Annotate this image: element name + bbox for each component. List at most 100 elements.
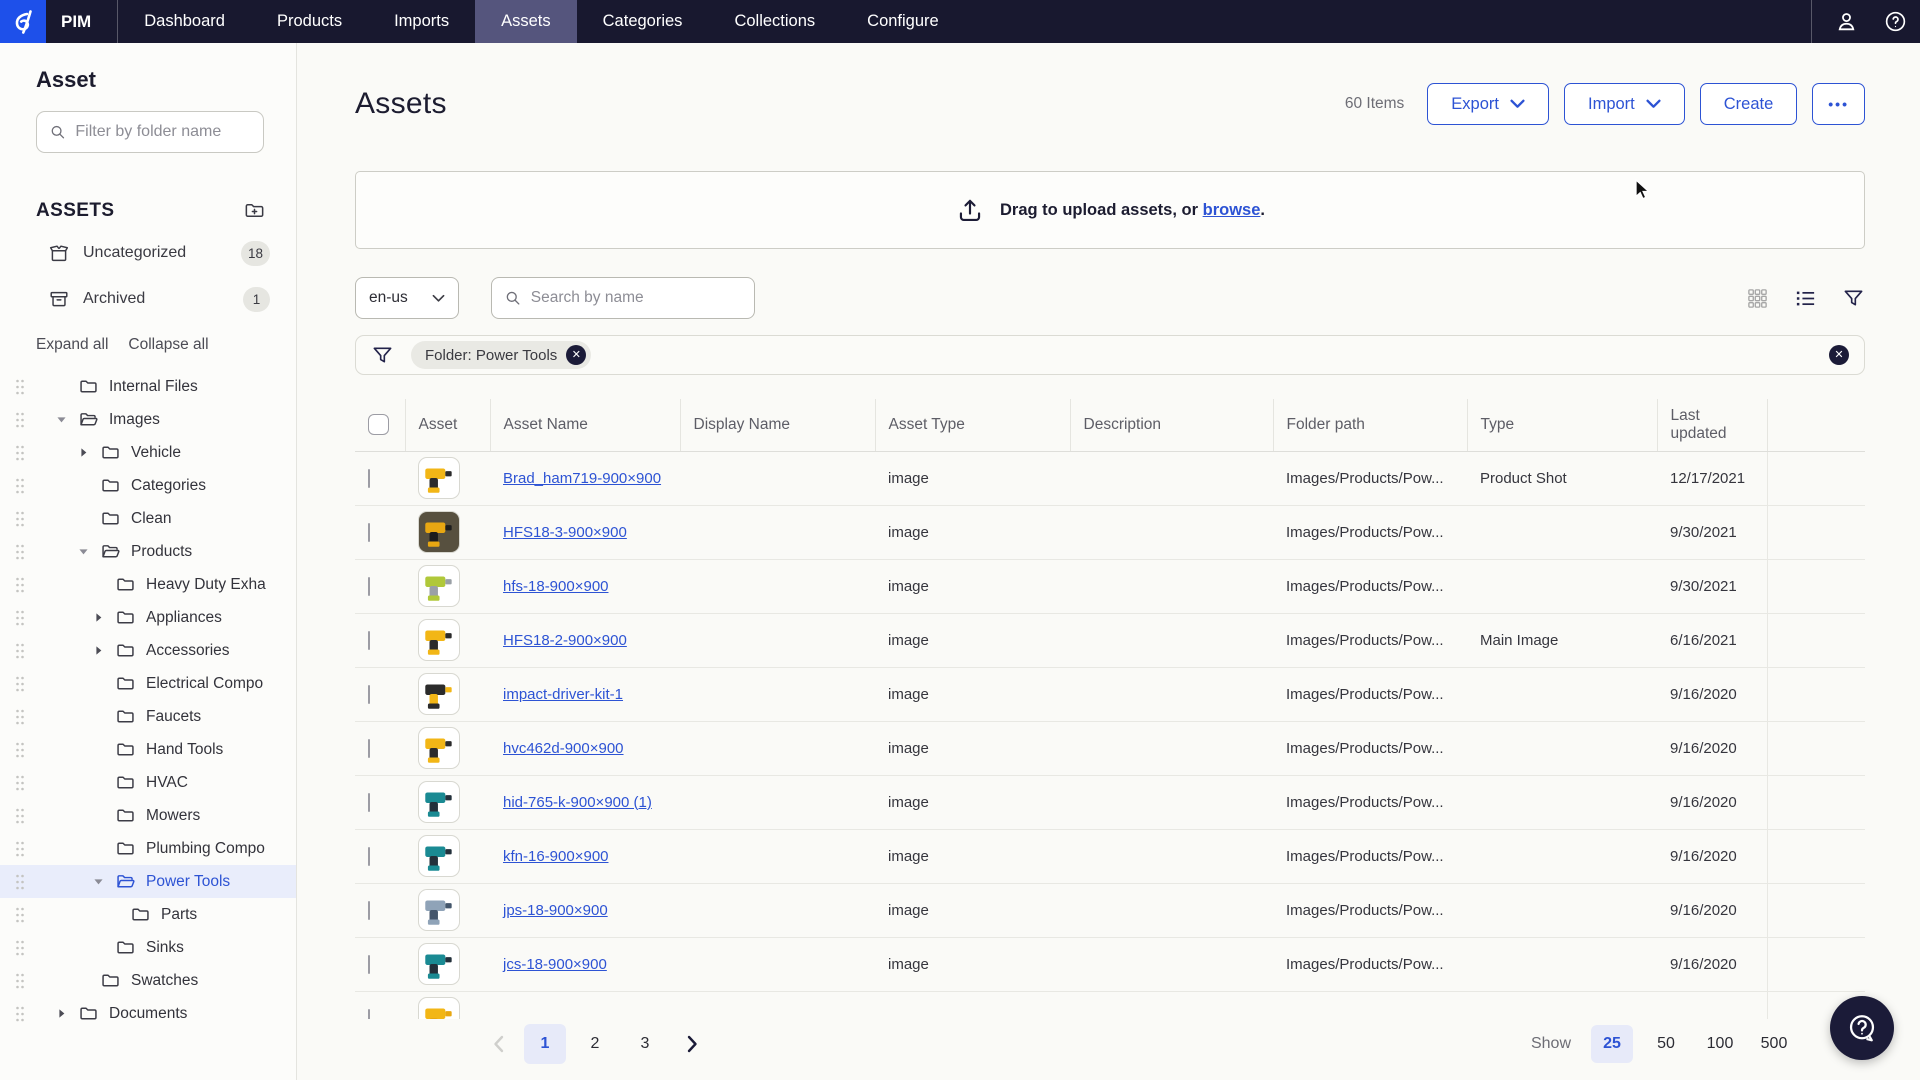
- asset-name-link[interactable]: Brad_ham719-900×900: [503, 470, 661, 487]
- tree-item-power-tools[interactable]: Power Tools: [0, 865, 296, 898]
- drag-handle-icon[interactable]: [14, 807, 26, 830]
- drag-handle-icon[interactable]: [14, 1005, 26, 1028]
- tree-item-electrical-compo[interactable]: Electrical Compo: [0, 667, 296, 700]
- drag-handle-icon[interactable]: [14, 675, 26, 698]
- drag-handle-icon[interactable]: [14, 906, 26, 929]
- filter-chip-power-tools[interactable]: Folder: Power Tools ✕: [411, 341, 591, 369]
- asset-thumbnail[interactable]: [418, 835, 460, 877]
- asset-thumbnail[interactable]: [418, 727, 460, 769]
- tree-item-mowers[interactable]: Mowers: [0, 799, 296, 832]
- asset-thumbnail[interactable]: [418, 619, 460, 661]
- caret-right-icon[interactable]: [56, 1008, 78, 1019]
- drag-handle-icon[interactable]: [14, 741, 26, 764]
- tree-item-hand-tools[interactable]: Hand Tools: [0, 733, 296, 766]
- asset-search-input[interactable]: [531, 289, 742, 307]
- asset-thumbnail[interactable]: [418, 997, 460, 1019]
- app-logo[interactable]: [0, 0, 46, 43]
- tree-item-appliances[interactable]: Appliances: [0, 601, 296, 634]
- filter-icon[interactable]: [1842, 287, 1865, 310]
- drag-handle-icon[interactable]: [14, 543, 26, 566]
- create-button[interactable]: Create: [1700, 83, 1798, 125]
- nav-item-collections[interactable]: Collections: [708, 0, 841, 43]
- tree-item-clean[interactable]: Clean: [0, 502, 296, 535]
- drag-handle-icon[interactable]: [14, 840, 26, 863]
- asset-name-link[interactable]: HFS18-3-900×900: [503, 524, 627, 541]
- column-header-display-name[interactable]: Display Name: [680, 399, 875, 451]
- column-header-last-updated[interactable]: Last updated: [1657, 399, 1767, 451]
- chevron-right-icon[interactable]: [674, 1024, 710, 1064]
- chevron-left-icon[interactable]: [480, 1024, 516, 1064]
- select-all-checkbox[interactable]: [368, 414, 389, 435]
- tree-item-heavy-duty-exha[interactable]: Heavy Duty Exha: [0, 568, 296, 601]
- asset-thumbnail[interactable]: [418, 781, 460, 823]
- row-checkbox[interactable]: [368, 631, 370, 650]
- caret-right-icon[interactable]: [93, 612, 115, 623]
- tree-item-internal-files[interactable]: Internal Files: [0, 370, 296, 403]
- column-header-folder-path[interactable]: Folder path: [1273, 399, 1467, 451]
- chip-close-icon[interactable]: ✕: [566, 345, 586, 365]
- page-size-50[interactable]: 50: [1645, 1025, 1687, 1063]
- nav-item-categories[interactable]: Categories: [577, 0, 709, 43]
- tree-item-faucets[interactable]: Faucets: [0, 700, 296, 733]
- drag-handle-icon[interactable]: [14, 873, 26, 896]
- drag-handle-icon[interactable]: [14, 444, 26, 467]
- drag-handle-icon[interactable]: [14, 576, 26, 599]
- drag-handle-icon[interactable]: [14, 939, 26, 962]
- asset-name-link[interactable]: HFS18-2-900×900: [503, 632, 627, 649]
- caret-down-icon[interactable]: [93, 876, 115, 887]
- help-bubble-button[interactable]: [1830, 996, 1894, 1060]
- page-size-100[interactable]: 100: [1699, 1025, 1741, 1063]
- asset-name-link[interactable]: impact-driver-kit-1: [503, 686, 623, 703]
- drag-handle-icon[interactable]: [14, 411, 26, 434]
- list-view-icon[interactable]: [1794, 287, 1817, 310]
- row-checkbox[interactable]: [368, 955, 370, 974]
- row-checkbox[interactable]: [368, 685, 370, 704]
- asset-name-link[interactable]: hid-765-k-900×900 (1): [503, 794, 652, 811]
- column-header-description[interactable]: Description: [1070, 399, 1273, 451]
- drag-handle-icon[interactable]: [14, 642, 26, 665]
- tree-item-vehicle[interactable]: Vehicle: [0, 436, 296, 469]
- drag-handle-icon[interactable]: [14, 510, 26, 533]
- more-actions-button[interactable]: •••: [1812, 83, 1865, 125]
- expand-all-link[interactable]: Expand all: [36, 336, 108, 354]
- tree-item-images[interactable]: Images: [0, 403, 296, 436]
- drag-handle-icon[interactable]: [14, 972, 26, 995]
- asset-thumbnail[interactable]: [418, 943, 460, 985]
- column-header-asset-type[interactable]: Asset Type: [875, 399, 1070, 451]
- sidebar-item-uncategorized[interactable]: Uncategorized18: [0, 230, 296, 276]
- nav-item-imports[interactable]: Imports: [368, 0, 475, 43]
- asset-name-link[interactable]: jcs-18-900×900: [503, 956, 607, 973]
- user-icon[interactable]: [1822, 0, 1871, 43]
- asset-name-link[interactable]: hfs-18-900×900: [503, 578, 609, 595]
- drag-handle-icon[interactable]: [14, 708, 26, 731]
- browse-link[interactable]: browse: [1203, 201, 1261, 219]
- asset-name-link[interactable]: hvc462d-900×900: [503, 740, 624, 757]
- drag-handle-icon[interactable]: [14, 378, 26, 401]
- asset-thumbnail[interactable]: [418, 673, 460, 715]
- row-checkbox[interactable]: [368, 793, 370, 812]
- asset-thumbnail[interactable]: [418, 565, 460, 607]
- collapse-all-link[interactable]: Collapse all: [128, 336, 208, 354]
- tree-item-products[interactable]: Products: [0, 535, 296, 568]
- drag-handle-icon[interactable]: [14, 477, 26, 500]
- upload-dropzone[interactable]: Drag to upload assets, or browse.: [355, 171, 1865, 249]
- asset-name-link[interactable]: kfn-16-900×900: [503, 848, 609, 865]
- nav-item-assets[interactable]: Assets: [475, 0, 577, 43]
- row-checkbox[interactable]: [368, 739, 370, 758]
- asset-thumbnail[interactable]: [418, 889, 460, 931]
- tree-item-sinks[interactable]: Sinks: [0, 931, 296, 964]
- tree-item-categories[interactable]: Categories: [0, 469, 296, 502]
- nav-item-dashboard[interactable]: Dashboard: [118, 0, 251, 43]
- page-button-3[interactable]: 3: [624, 1024, 666, 1064]
- caret-right-icon[interactable]: [78, 447, 100, 458]
- import-button[interactable]: Import: [1564, 83, 1685, 125]
- folder-filter-input[interactable]: [75, 123, 251, 141]
- folder-plus-icon[interactable]: [243, 199, 266, 222]
- column-header-asset[interactable]: Asset: [405, 399, 490, 451]
- column-header-type[interactable]: Type: [1467, 399, 1657, 451]
- asset-name-link[interactable]: jps-18-900×900: [503, 902, 608, 919]
- row-checkbox[interactable]: [368, 1009, 370, 1020]
- tree-item-hvac[interactable]: HVAC: [0, 766, 296, 799]
- locale-select[interactable]: en-us: [355, 277, 459, 319]
- row-checkbox[interactable]: [368, 847, 370, 866]
